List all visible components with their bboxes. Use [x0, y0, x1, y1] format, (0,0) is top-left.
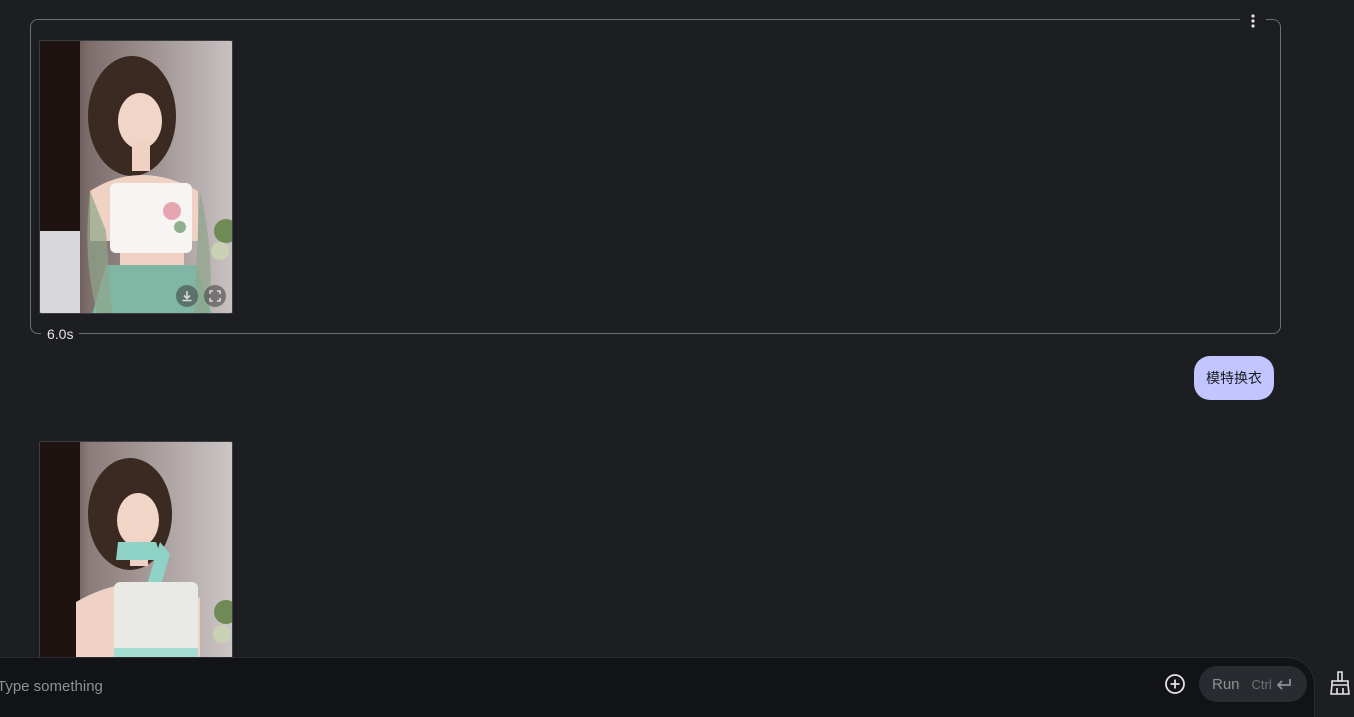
add-media-button[interactable] [1163, 672, 1187, 696]
download-icon [182, 291, 192, 302]
more-vert-icon [1251, 14, 1255, 28]
generation-time: 6.0s [41, 326, 80, 342]
broom-icon [1330, 671, 1350, 695]
fullscreen-icon [209, 290, 221, 302]
user-message-text: 模特换衣 [1206, 370, 1262, 386]
fullscreen-image-button[interactable] [204, 285, 226, 307]
run-shortcut-label: Ctrl [1251, 676, 1272, 692]
add-circle-icon [1165, 674, 1185, 694]
generated-image-2[interactable] [39, 441, 233, 671]
clear-chat-button[interactable] [1329, 671, 1351, 695]
model-response-turn: 6.0s [30, 10, 1281, 342]
generated-image-1[interactable] [39, 40, 233, 314]
download-image-button[interactable] [176, 285, 198, 307]
more-options-button[interactable] [1240, 10, 1266, 32]
prompt-input[interactable] [0, 674, 1099, 698]
keyboard-return-icon [1276, 678, 1291, 690]
prompt-composer: Run Ctrl [0, 657, 1315, 717]
run-label: Run [1212, 675, 1240, 693]
user-message-bubble[interactable]: 模特换衣 [1194, 356, 1274, 400]
model-photo-2 [40, 442, 232, 670]
run-button[interactable]: Run Ctrl [1199, 666, 1307, 702]
model-photo-1 [40, 41, 232, 313]
